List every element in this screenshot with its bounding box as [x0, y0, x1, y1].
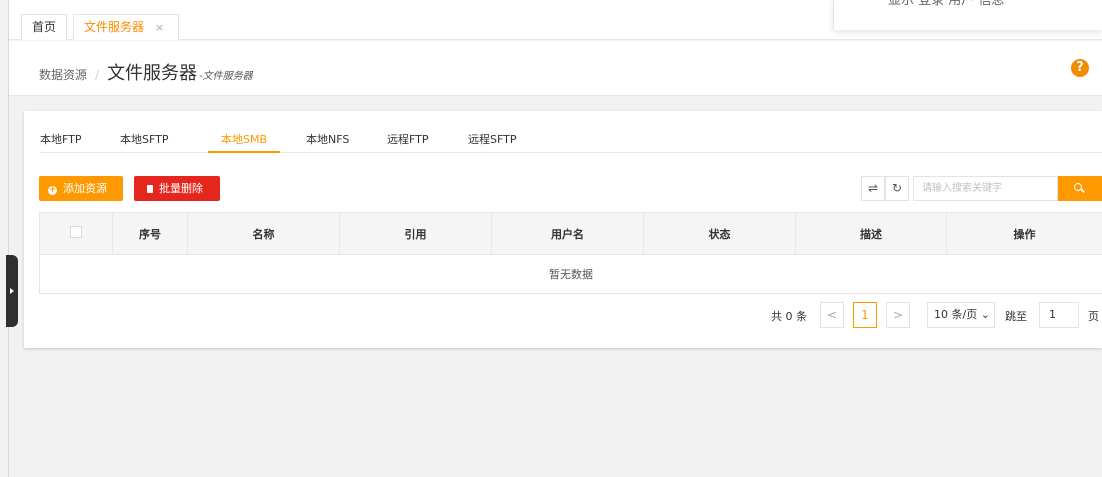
search-input[interactable]: 请输入搜索关键字	[913, 176, 1058, 201]
resource-type-tabs: 本地FTP 本地SFTP 本地SMB 本地NFS 远程FTP 远程SFTP	[40, 132, 1102, 153]
resource-table: 序号 名称 引用 用户名 状态 描述 操作 暂无数据	[39, 212, 1102, 294]
column-actions: 操作	[946, 212, 1102, 255]
page-subtitle: -文件服务器	[199, 71, 253, 82]
pagination: 共 0 条 < 1 > 10 条/页 ⌄ 跳至 1 页	[24, 302, 1102, 330]
tab-local-ftp[interactable]: 本地FTP	[40, 132, 82, 153]
tab-file-server-label: 文件服务器	[84, 20, 145, 34]
tab-remote-sftp[interactable]: 远程SFTP	[468, 132, 516, 153]
column-reference: 引用	[339, 212, 492, 255]
plus-circle-icon: +	[48, 185, 57, 195]
close-icon[interactable]: ×	[155, 21, 164, 34]
trash-icon	[147, 185, 153, 193]
tab-home[interactable]: 首页	[21, 14, 67, 40]
jump-page-input[interactable]: 1	[1039, 302, 1079, 328]
batch-delete-button[interactable]: 批量删除	[134, 176, 220, 201]
breadcrumb-separator: /	[95, 68, 100, 82]
tab-local-nfs[interactable]: 本地NFS	[306, 132, 349, 153]
column-username: 用户名	[491, 212, 644, 255]
truncated-panel-text: 显示 登录 用户 信息	[888, 0, 1005, 8]
resource-card: 本地FTP 本地SFTP 本地SMB 本地NFS 远程FTP 远程SFTP + 添…	[24, 111, 1102, 348]
refresh-icon[interactable]: ↻	[885, 176, 909, 201]
chevron-down-icon: ⌄	[977, 308, 990, 321]
search-icon	[1074, 183, 1082, 191]
breadcrumb-parent[interactable]: 数据资源	[39, 68, 87, 82]
add-resource-button[interactable]: + 添加资源	[39, 176, 123, 201]
help-icon[interactable]: ?	[1071, 59, 1089, 77]
tab-remote-ftp[interactable]: 远程FTP	[387, 132, 429, 153]
previous-page-button[interactable]: <	[820, 302, 844, 328]
next-page-button[interactable]: >	[886, 302, 910, 328]
sidebar-toggle-handle[interactable]	[6, 255, 18, 327]
header-dropdown-panel: 显示 登录 用户 信息	[833, 0, 1102, 30]
table-header-row: 序号 名称 引用 用户名 状态 描述 操作	[39, 212, 1102, 255]
empty-message: 暂无数据	[39, 254, 1102, 294]
page-label: 页	[1088, 310, 1099, 323]
filter-columns-icon[interactable]: ⇌	[861, 176, 885, 201]
current-page-button[interactable]: 1	[853, 302, 877, 328]
total-count: 共 0 条	[771, 310, 807, 323]
breadcrumb: 数据资源 / 文件服务器 -文件服务器	[39, 59, 253, 85]
column-description: 描述	[795, 212, 947, 255]
tab-file-server[interactable]: 文件服务器 ×	[73, 14, 179, 40]
tab-local-sftp[interactable]: 本地SFTP	[120, 132, 168, 153]
select-all-cell[interactable]	[39, 212, 113, 255]
page-title: 文件服务器	[107, 63, 198, 84]
tab-local-smb[interactable]: 本地SMB	[208, 132, 280, 153]
empty-table-row: 暂无数据	[39, 254, 1102, 294]
search-button[interactable]	[1058, 176, 1102, 201]
jump-label: 跳至	[1005, 310, 1027, 323]
page-header: 数据资源 / 文件服务器 -文件服务器 ?	[9, 41, 1102, 96]
column-status: 状态	[643, 212, 796, 255]
column-index: 序号	[112, 212, 188, 255]
select-all-checkbox[interactable]	[70, 226, 82, 238]
column-name: 名称	[187, 212, 340, 255]
page-size-select[interactable]: 10 条/页 ⌄	[927, 302, 995, 328]
